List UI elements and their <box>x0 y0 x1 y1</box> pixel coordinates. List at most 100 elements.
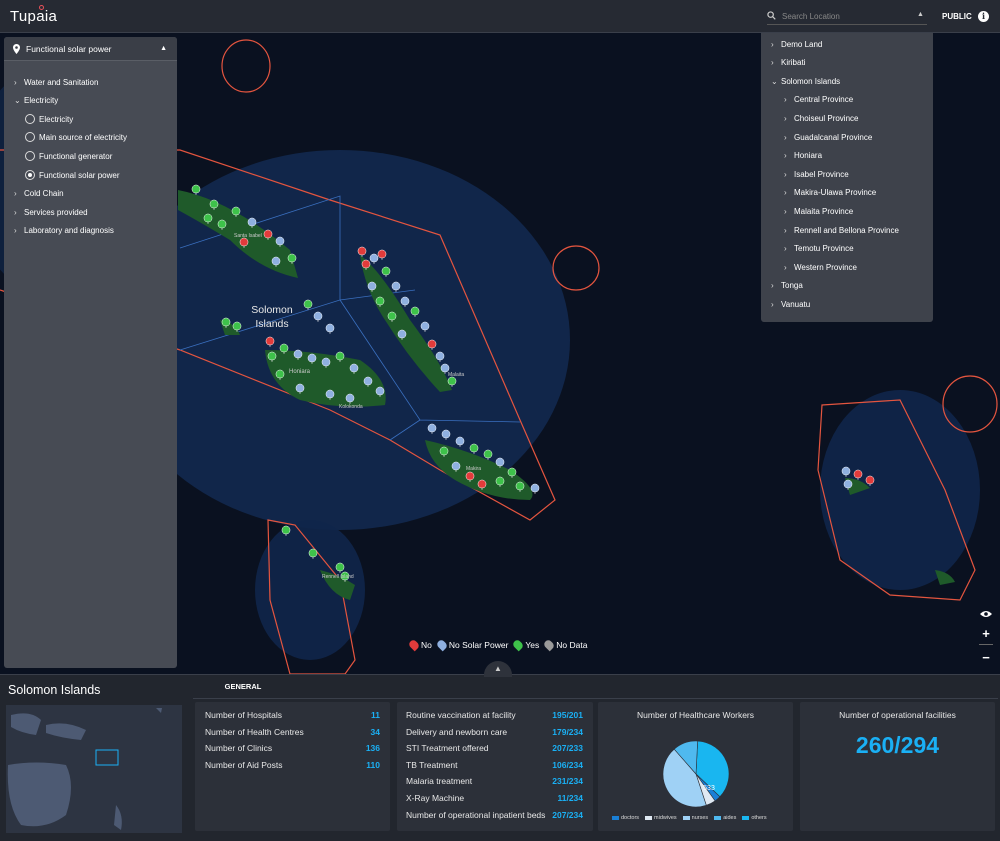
overlay-option[interactable]: Functional solar power <box>25 168 119 182</box>
location-item[interactable]: › Isabel Province <box>784 168 849 180</box>
stat-label: Routine vaccination at facility <box>406 710 516 720</box>
overlay-group[interactable]: ⌄ Electricity <box>14 93 58 107</box>
stat-label: Number of Aid Posts <box>205 759 283 770</box>
pie-legend-item: aides <box>714 815 736 821</box>
divider <box>979 644 993 645</box>
place-label: Makira <box>466 466 481 472</box>
location-item[interactable]: › Makira-Ulawa Province <box>784 187 876 199</box>
location-label: Temotu Province <box>794 244 854 254</box>
place-label: Kolokonda <box>339 404 363 410</box>
stat-value: 207/234 <box>552 809 583 820</box>
location-pin-icon <box>13 44 20 54</box>
chevron-right-icon: › <box>771 58 774 68</box>
zoom-out-button[interactable]: − <box>977 650 995 666</box>
map-controls: + − <box>977 606 995 668</box>
overlay-label: Electricity <box>39 114 74 124</box>
stat-label: Number of operational inpatient beds <box>406 809 546 820</box>
chevron-right-icon: › <box>784 132 787 142</box>
radio-icon <box>25 132 35 142</box>
place-label: Rennell Island <box>322 574 354 580</box>
overlay-group[interactable]: › Water and Sanitation <box>14 75 98 89</box>
healthcare-workers-pie[interactable]: 533 <box>660 738 732 810</box>
location-item[interactable]: › Vanuatu <box>771 298 810 310</box>
legend-swatch <box>645 816 653 820</box>
chevron-right-icon: › <box>784 225 787 235</box>
map-marker-icon <box>542 638 556 652</box>
pie-legend-item: others <box>742 815 767 821</box>
stat-value: 106/234 <box>552 759 583 770</box>
location-item[interactable]: › Rennell and Bellona Province <box>784 224 899 236</box>
radio-icon <box>25 170 35 180</box>
chevron-right-icon: › <box>784 95 787 105</box>
location-item[interactable]: › Central Province <box>784 94 853 106</box>
overlay-label: Functional solar power <box>39 170 120 180</box>
location-dropdown: › Demo Land › Kiribati ⌄ Solomon Islands › Cent… <box>761 33 933 322</box>
location-item[interactable]: › Temotu Province <box>784 243 854 255</box>
legend-swatch <box>612 816 619 820</box>
overlay-group[interactable]: › Laboratory and diagnosis <box>14 223 114 237</box>
overlay-option[interactable]: Main source of electricity <box>25 130 127 144</box>
chevron-right-icon: › <box>784 262 787 272</box>
location-label: Guadalcanal Province <box>794 132 873 142</box>
location-item[interactable]: › Kiribati <box>771 57 805 69</box>
overlay-label: Cold Chain <box>24 188 64 198</box>
caret-up-icon[interactable]: ▲ <box>917 11 924 18</box>
map-marker-icon <box>407 638 421 652</box>
legend-item: No Data <box>542 638 588 652</box>
healthcare-workers-card: Number of Healthcare Workers 533 doctors… <box>598 702 793 831</box>
tab-general[interactable]: GENERAL <box>193 679 293 699</box>
stat-label: Number of Clinics <box>205 743 273 754</box>
card-title: Number of Healthcare Workers <box>637 710 754 720</box>
location-item[interactable]: › Choiseul Province <box>784 112 858 124</box>
region-minimap[interactable] <box>6 705 182 833</box>
search-input[interactable] <box>782 10 907 23</box>
stat-label: X-Ray Machine <box>406 793 465 803</box>
app-logo[interactable]: Tupaia <box>10 8 57 25</box>
logo-mark-icon <box>39 5 44 10</box>
radio-icon <box>25 114 35 124</box>
stat-value: 195/201 <box>552 710 583 720</box>
chevron-right-icon: › <box>784 244 787 254</box>
location-item[interactable]: › Demo Land <box>771 38 822 50</box>
caret-up-icon[interactable]: ▲ <box>160 45 167 52</box>
chevron-right-icon: › <box>784 169 787 179</box>
location-label: Tonga <box>781 281 803 291</box>
overlay-option[interactable]: Electricity <box>25 112 73 126</box>
location-item[interactable]: › Honiara <box>784 150 822 162</box>
eye-icon[interactable] <box>977 606 995 622</box>
country-map-label-2: Islands <box>255 318 288 330</box>
location-item[interactable]: ⌄ Solomon Islands <box>771 75 840 87</box>
operational-facilities-card: Number of operational facilities 260/294 <box>800 702 995 831</box>
chevron-down-icon: ⌄ <box>14 95 21 105</box>
chevron-right-icon: › <box>784 151 787 161</box>
map-marker-icon <box>435 638 449 652</box>
country-map-label-1: Solomon <box>251 304 293 316</box>
place-label: Malaita <box>448 372 464 378</box>
chevron-right-icon: › <box>771 281 774 291</box>
search-icon <box>767 11 776 20</box>
location-item[interactable]: › Guadalcanal Province <box>784 131 872 143</box>
access-level-label[interactable]: PUBLIC <box>942 12 972 21</box>
location-item[interactable]: › Tonga <box>771 280 803 292</box>
location-label: Isabel Province <box>794 169 849 179</box>
legend-label: No Data <box>556 640 588 650</box>
stat-value: 179/234 <box>552 726 583 737</box>
chevron-right-icon: › <box>784 113 787 123</box>
overlay-option[interactable]: Functional generator <box>25 149 112 163</box>
overlay-selector-header[interactable]: Functional solar power ▲ <box>4 37 177 61</box>
overlay-group[interactable]: › Cold Chain <box>14 186 64 200</box>
region-title: Solomon Islands <box>8 683 101 697</box>
location-item[interactable]: › Malaita Province <box>784 205 853 217</box>
legend-swatch <box>742 816 750 820</box>
stat-label: STI Treatment offered <box>406 743 489 754</box>
zoom-in-button[interactable]: + <box>977 626 995 642</box>
overlay-group[interactable]: › Services provided <box>14 205 88 219</box>
location-label: Central Province <box>794 95 854 105</box>
info-icon[interactable]: i <box>978 11 989 22</box>
pie-legend-item: midwives <box>645 815 677 821</box>
location-search[interactable]: ▲ <box>767 9 927 25</box>
location-label: Rennell and Bellona Province <box>794 225 899 235</box>
location-item[interactable]: › Western Province <box>784 261 857 273</box>
place-label: Santa Isabel <box>234 233 262 239</box>
location-label: Honiara <box>794 151 823 161</box>
